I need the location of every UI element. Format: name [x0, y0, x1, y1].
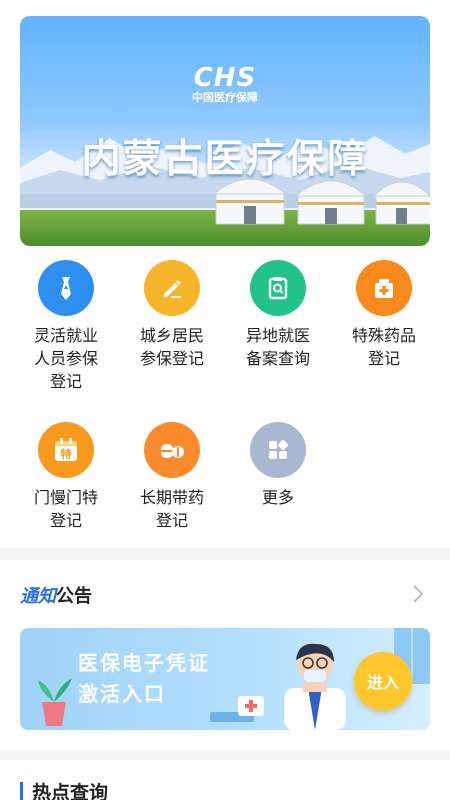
service-urban-rural-insurance[interactable]: 城乡居民 参保登记	[119, 260, 225, 370]
hot-query-section: 热点查询	[0, 760, 450, 800]
service-label: 灵活就业 人员参保 登记	[33, 326, 98, 391]
logo-subtitle: 中国医疗保障	[192, 91, 258, 104]
chs-logo: CHS 中国医疗保障	[20, 64, 430, 104]
notice-title[interactable]: 通知公告	[20, 582, 92, 608]
card-text: 医保电子凭证 激活入口	[78, 651, 210, 706]
service-label: 城乡居民 参保登记	[139, 326, 204, 368]
service-label: 异地就医 备案查询	[245, 326, 310, 368]
service-chronic-disease-registration[interactable]: 特 门慢门特 登记	[13, 422, 119, 532]
pill-capsule-icon	[144, 422, 200, 478]
more-apps-icon	[250, 422, 306, 478]
enter-button[interactable]: 进入	[354, 652, 412, 710]
clipboard-search-icon	[250, 260, 306, 316]
service-label: 门慢门特 登记	[33, 488, 98, 530]
e-voucher-activation-card[interactable]: 医保电子凭证 激活入口 进入	[20, 628, 430, 730]
chevron-right-icon[interactable]	[412, 584, 424, 604]
banner-title: 内蒙古医疗保障	[81, 137, 369, 182]
svg-text:特: 特	[61, 447, 72, 461]
necktie-icon	[38, 260, 94, 316]
service-long-term-medication[interactable]: 长期带药 登记	[119, 422, 225, 532]
service-label: 更多	[261, 488, 294, 507]
logo-mark: CHS	[193, 63, 257, 93]
medical-kit-icon	[210, 696, 264, 722]
service-more[interactable]: 更多	[225, 422, 331, 509]
service-flexible-employment[interactable]: 灵活就业 人员参保 登记	[13, 260, 119, 393]
calendar-special-icon: 特	[38, 422, 94, 478]
notice-section: 通知公告 医保电子凭证 激活入口 进入	[0, 560, 450, 750]
section-marker	[20, 782, 23, 800]
service-special-drug-registration[interactable]: 特殊药品 登记	[331, 260, 437, 370]
banner-carousel[interactable]: CHS 中国医疗保障 内蒙古医疗保障	[20, 16, 430, 246]
potted-plant-icon	[38, 678, 72, 726]
service-label: 特殊药品 登记	[351, 326, 416, 368]
doctor-illustration	[284, 643, 346, 730]
medicine-box-icon	[356, 260, 412, 316]
service-label: 长期带药 登记	[139, 488, 204, 530]
hot-query-title: 热点查询	[32, 782, 109, 800]
edit-pencil-icon	[144, 260, 200, 316]
service-remote-medical-query[interactable]: 异地就医 备案查询	[225, 260, 331, 370]
